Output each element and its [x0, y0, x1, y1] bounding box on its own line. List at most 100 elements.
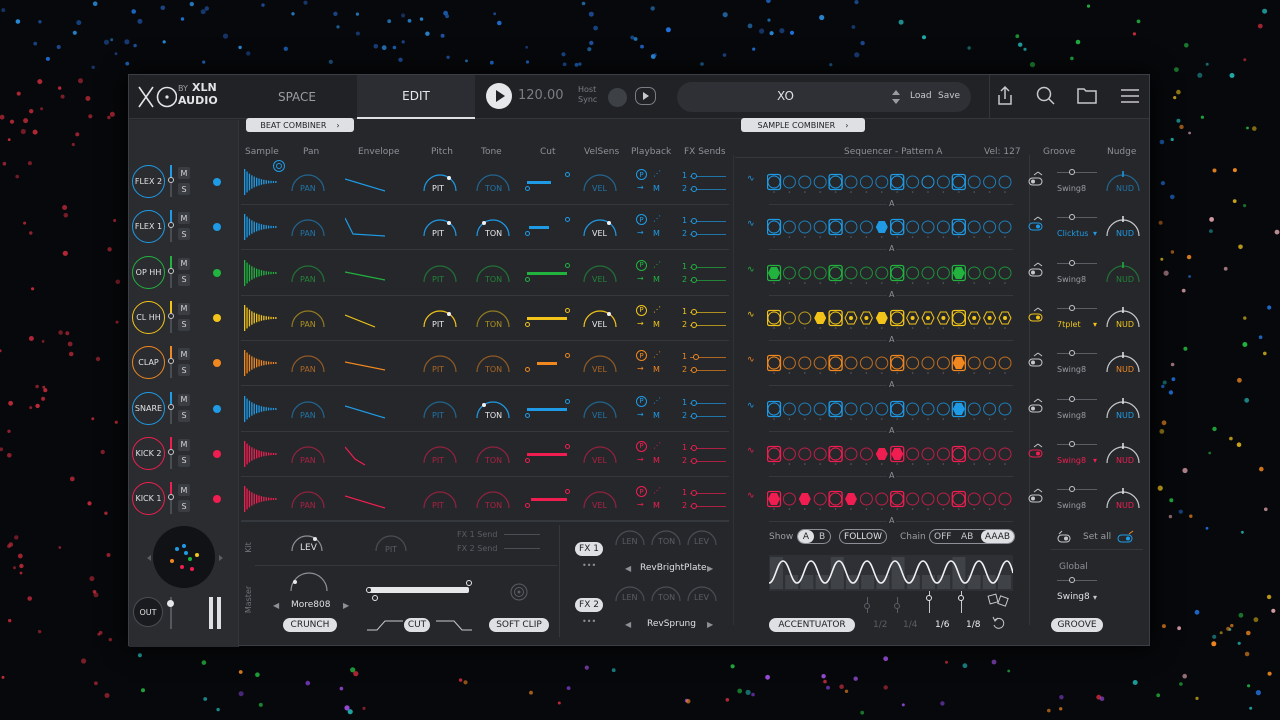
solo-button[interactable]: S: [178, 454, 190, 467]
groove-preset[interactable]: Swing8: [1057, 365, 1086, 374]
cut-slider[interactable]: [529, 226, 549, 230]
mute-button[interactable]: M: [178, 348, 190, 361]
slider-handle[interactable]: [565, 307, 570, 313]
slider-handle[interactable]: [168, 403, 174, 410]
reset-icon[interactable]: [991, 615, 1007, 631]
mute-button[interactable]: M: [178, 484, 190, 497]
mute-button[interactable]: M: [178, 393, 190, 406]
step-sequencer-row[interactable]: [767, 352, 1015, 382]
slider-handle[interactable]: [1069, 577, 1075, 583]
slider-handle[interactable]: [525, 367, 530, 373]
channel-button[interactable]: FLEX 2: [132, 165, 165, 198]
groove-preset[interactable]: 7tplet: [1057, 320, 1081, 329]
preset-arrows-icon[interactable]: [891, 87, 901, 107]
fx1-preset-name[interactable]: RevBrightPlate: [640, 563, 707, 573]
rate-1-6[interactable]: 1/6: [935, 620, 949, 630]
accent-step-bar[interactable]: [922, 575, 935, 589]
playback-mode[interactable]: M: [653, 184, 660, 193]
slider-handle[interactable]: [691, 218, 697, 225]
slider-handle[interactable]: [565, 353, 570, 359]
groove-link-icon[interactable]: [1028, 260, 1046, 284]
rate-1-2[interactable]: 1/2: [873, 620, 887, 630]
step-sequencer-row[interactable]: [767, 262, 1015, 292]
dice-icon[interactable]: [987, 591, 1011, 609]
chevron-left-icon[interactable]: ◀: [625, 620, 631, 629]
solo-button[interactable]: S: [178, 273, 190, 286]
slider-handle[interactable]: [565, 489, 570, 495]
slider-handle[interactable]: [1069, 214, 1075, 221]
cut-slider[interactable]: [527, 181, 551, 184]
slider-handle[interactable]: [565, 262, 570, 268]
fx2-preset-name[interactable]: RevSprung: [647, 619, 696, 629]
channel-button[interactable]: OP HH: [132, 255, 165, 289]
chain-off-button[interactable]: OFF: [934, 532, 951, 542]
slider-handle[interactable]: [1069, 259, 1075, 266]
groove-amount-slider[interactable]: [1057, 443, 1097, 445]
global-groove-value[interactable]: Swing8: [1057, 592, 1090, 602]
playback-mode[interactable]: M: [653, 365, 660, 374]
set-all-button[interactable]: Set all: [1083, 532, 1111, 542]
groove-preset[interactable]: Swing8: [1057, 456, 1086, 465]
solo-button[interactable]: S: [178, 228, 190, 241]
slider-handle[interactable]: [926, 595, 932, 601]
slider-handle[interactable]: [894, 603, 900, 609]
playback-reverse-button[interactable]: P: [636, 440, 647, 452]
slider-handle[interactable]: [1069, 440, 1075, 447]
fx2-button[interactable]: FX 2: [575, 598, 603, 612]
cut-slider[interactable]: [531, 498, 567, 502]
playback-mode[interactable]: M: [653, 229, 660, 238]
groove-preset[interactable]: Swing8: [1057, 275, 1086, 284]
slider-handle[interactable]: [525, 231, 530, 237]
chevron-right-icon[interactable]: ▶: [343, 601, 349, 610]
slider-handle[interactable]: [693, 354, 699, 361]
playback-mode[interactable]: M: [653, 275, 660, 284]
menu-icon[interactable]: [1119, 86, 1141, 106]
preset-name[interactable]: XO: [777, 89, 794, 103]
groove-amount-slider[interactable]: [1057, 172, 1097, 173]
folder-icon[interactable]: [1076, 84, 1098, 108]
slider-handle[interactable]: [168, 177, 174, 183]
slider-handle[interactable]: [691, 457, 697, 464]
step-sequencer-row[interactable]: [767, 171, 1015, 201]
envelope-graph[interactable]: [345, 169, 389, 197]
slider-handle[interactable]: [366, 587, 372, 593]
cut-slider[interactable]: [527, 452, 567, 456]
host-play-toggle[interactable]: [635, 87, 656, 105]
playback-mode[interactable]: M: [653, 456, 660, 465]
slider-handle[interactable]: [565, 398, 570, 404]
step-mode-icon[interactable]: ∿: [747, 446, 755, 456]
channel-button[interactable]: KICK 2: [132, 436, 165, 470]
accentuator-waveform[interactable]: [769, 555, 1013, 591]
highpass-filter-icon[interactable]: [434, 618, 474, 632]
groove-button[interactable]: GROOVE: [1051, 618, 1103, 632]
groove-link-icon[interactable]: [1028, 305, 1046, 329]
chain-ab-button[interactable]: AB: [961, 532, 973, 542]
kit-fx1-slider[interactable]: [504, 534, 540, 535]
playback-mode[interactable]: M: [653, 411, 660, 420]
playback-mode[interactable]: M: [653, 320, 660, 329]
mute-button[interactable]: M: [178, 302, 190, 315]
channel-button[interactable]: CL HH: [132, 300, 165, 334]
slider-handle[interactable]: [525, 276, 530, 282]
cut-slider[interactable]: [527, 407, 567, 411]
groove-link-icon[interactable]: [1028, 350, 1046, 374]
chain-aaab-button[interactable]: AAAB: [981, 530, 1014, 543]
chevron-left-icon[interactable]: ◀: [625, 564, 631, 573]
tempo-display[interactable]: 120.00: [518, 88, 564, 103]
solo-button[interactable]: S: [178, 500, 190, 513]
master-drive-slider[interactable]: [369, 587, 469, 593]
slider-handle[interactable]: [691, 173, 697, 179]
mute-button[interactable]: M: [178, 212, 190, 225]
slider-handle[interactable]: [864, 603, 870, 609]
groove-preset[interactable]: Swing8: [1057, 501, 1086, 510]
slider-handle[interactable]: [168, 312, 174, 319]
chevron-right-icon[interactable]: ▶: [707, 620, 713, 629]
slider-handle[interactable]: [466, 580, 472, 586]
solo-button[interactable]: S: [178, 183, 190, 195]
accent-step-bar[interactable]: [998, 575, 1011, 589]
play-button[interactable]: [486, 83, 512, 109]
soft-clip-button[interactable]: SOFT CLIP: [489, 618, 549, 632]
groove-amount-slider[interactable]: [1057, 353, 1097, 355]
envelope-graph[interactable]: [345, 396, 389, 424]
slider-handle[interactable]: [691, 231, 697, 238]
